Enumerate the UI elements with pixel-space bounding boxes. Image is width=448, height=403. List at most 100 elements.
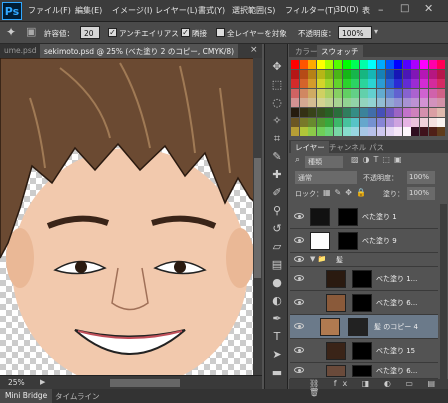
swatch-cell[interactable] bbox=[394, 108, 403, 117]
menu-3d[interactable]: 3D(D) bbox=[335, 5, 359, 14]
swatch-cell[interactable] bbox=[308, 79, 317, 89]
swatch-cell[interactable] bbox=[385, 60, 394, 69]
swatch-cell[interactable] bbox=[411, 60, 420, 69]
swatch-cell[interactable] bbox=[316, 79, 325, 89]
blur-tool-icon[interactable]: ● bbox=[267, 274, 287, 291]
fill-input[interactable]: 100% bbox=[407, 187, 435, 200]
minimize-icon[interactable]: – bbox=[378, 3, 384, 16]
layer-filter-icons[interactable]: ▨◑T⬚▣ bbox=[351, 155, 406, 164]
swatch-cell[interactable] bbox=[342, 88, 351, 98]
swatch-cell[interactable] bbox=[291, 127, 299, 137]
group-expand-icon[interactable]: ▼ 📁 bbox=[310, 255, 326, 263]
antialias-checkbox[interactable]: ✓ bbox=[108, 28, 117, 37]
layer-row[interactable]: べた塗り 9 bbox=[290, 229, 438, 253]
menu-image[interactable]: イメージ(I) bbox=[112, 5, 152, 16]
swatch-cell[interactable] bbox=[394, 98, 403, 108]
swatch-cell[interactable] bbox=[428, 117, 437, 127]
swatch-cell[interactable] bbox=[316, 108, 325, 117]
swatch-cell[interactable] bbox=[368, 79, 377, 89]
magic-wand-tool-icon[interactable]: ✦ bbox=[6, 25, 16, 39]
swatch-cell[interactable] bbox=[402, 88, 411, 98]
swatch-cell[interactable] bbox=[342, 108, 351, 117]
swatch-cell[interactable] bbox=[420, 60, 428, 69]
swatch-cell[interactable] bbox=[385, 127, 394, 137]
all-layers-checkbox[interactable] bbox=[216, 28, 225, 37]
swatch-cell[interactable] bbox=[351, 98, 360, 108]
swatch-cell[interactable] bbox=[359, 60, 368, 69]
lock-icons[interactable]: ▦✎✥🔒 bbox=[323, 188, 370, 197]
clone-stamp-icon[interactable]: ⚲ bbox=[267, 202, 287, 219]
swatch-cell[interactable] bbox=[437, 60, 446, 69]
swatch-cell[interactable] bbox=[291, 79, 299, 89]
zoom-level[interactable]: 25% bbox=[8, 378, 25, 387]
opacity-dropdown-icon[interactable]: ▾ bbox=[374, 27, 378, 36]
swatch-cell[interactable] bbox=[342, 127, 351, 137]
swatch-cell[interactable] bbox=[394, 117, 403, 127]
tab-layers[interactable]: レイヤー bbox=[291, 141, 329, 153]
swatch-cell[interactable] bbox=[385, 98, 394, 108]
swatch-cell[interactable] bbox=[325, 60, 334, 69]
lasso-tool-icon[interactable]: ◌ bbox=[267, 94, 287, 111]
swatch-cell[interactable] bbox=[334, 127, 342, 137]
visibility-eye-icon[interactable] bbox=[294, 323, 304, 329]
crop-tool-icon[interactable]: ⌗ bbox=[267, 130, 287, 147]
layer-row[interactable]: べた塗り 1... bbox=[290, 267, 438, 291]
layer-row[interactable]: べた塗り 15 bbox=[290, 339, 438, 363]
tab-swatches[interactable]: スウォッチ bbox=[317, 45, 363, 57]
menu-select[interactable]: 選択範囲(S) bbox=[232, 5, 275, 16]
swatch-cell[interactable] bbox=[385, 79, 394, 89]
swatch-cell[interactable] bbox=[308, 127, 317, 137]
swatch-cell[interactable] bbox=[308, 88, 317, 98]
layer-row[interactable]: べた塗り 1 bbox=[290, 205, 438, 229]
swatch-cell[interactable] bbox=[377, 88, 385, 98]
swatch-cell[interactable] bbox=[325, 79, 334, 89]
swatch-cell[interactable] bbox=[316, 117, 325, 127]
layers-scrollbar[interactable] bbox=[440, 204, 447, 384]
tolerance-input[interactable]: 20 bbox=[80, 26, 100, 39]
gradient-tool-icon[interactable]: ▤ bbox=[267, 256, 287, 273]
swatch-cell[interactable] bbox=[402, 98, 411, 108]
swatch-cell[interactable] bbox=[325, 69, 334, 79]
tab-close-icon[interactable]: × bbox=[250, 45, 258, 55]
path-selection-icon[interactable]: ➤ bbox=[267, 346, 287, 363]
menu-filter[interactable]: フィルター(T) bbox=[285, 5, 336, 16]
swatch-cell[interactable] bbox=[342, 98, 351, 108]
swatch-cell[interactable] bbox=[308, 69, 317, 79]
swatch-cell[interactable] bbox=[368, 108, 377, 117]
swatch-cell[interactable] bbox=[291, 108, 299, 117]
swatch-cell[interactable] bbox=[377, 108, 385, 117]
move-tool-icon[interactable]: ✥ bbox=[267, 58, 287, 75]
horizontal-scrollbar-thumb[interactable] bbox=[110, 379, 180, 387]
swatch-cell[interactable] bbox=[377, 79, 385, 89]
swatch-cell[interactable] bbox=[291, 117, 299, 127]
swatch-cell[interactable] bbox=[299, 60, 308, 69]
swatch-cell[interactable] bbox=[299, 117, 308, 127]
swatch-cell[interactable] bbox=[377, 60, 385, 69]
swatch-cell[interactable] bbox=[385, 117, 394, 127]
swatch-cell[interactable] bbox=[437, 79, 446, 89]
swatch-cell[interactable] bbox=[359, 98, 368, 108]
visibility-eye-icon[interactable] bbox=[294, 237, 304, 243]
swatch-cell[interactable] bbox=[342, 60, 351, 69]
swatch-cell[interactable] bbox=[334, 88, 342, 98]
swatch-cell[interactable] bbox=[368, 88, 377, 98]
swatch-cell[interactable] bbox=[411, 79, 420, 89]
visibility-eye-icon[interactable] bbox=[294, 213, 304, 219]
swatch-cell[interactable] bbox=[325, 98, 334, 108]
swatch-cell[interactable] bbox=[428, 127, 437, 137]
swatch-cell[interactable] bbox=[411, 117, 420, 127]
swatch-cell[interactable] bbox=[316, 69, 325, 79]
opacity-input[interactable]: 100% bbox=[338, 26, 372, 39]
swatch-cell[interactable] bbox=[394, 88, 403, 98]
swatch-cell[interactable] bbox=[368, 60, 377, 69]
swatch-cell[interactable] bbox=[385, 69, 394, 79]
swatch-cell[interactable] bbox=[299, 88, 308, 98]
selection-mode-icon[interactable]: ▣ bbox=[26, 25, 36, 38]
menu-edit[interactable]: 編集(E) bbox=[75, 5, 102, 16]
swatch-cell[interactable] bbox=[411, 88, 420, 98]
swatch-cell[interactable] bbox=[394, 79, 403, 89]
swatch-cell[interactable] bbox=[402, 127, 411, 137]
canvas-vertical-scrollbar[interactable] bbox=[253, 58, 262, 375]
layer-group-row[interactable]: ▼ 📁 髪 bbox=[290, 253, 438, 267]
blend-mode-select[interactable]: 通常 bbox=[295, 171, 357, 184]
